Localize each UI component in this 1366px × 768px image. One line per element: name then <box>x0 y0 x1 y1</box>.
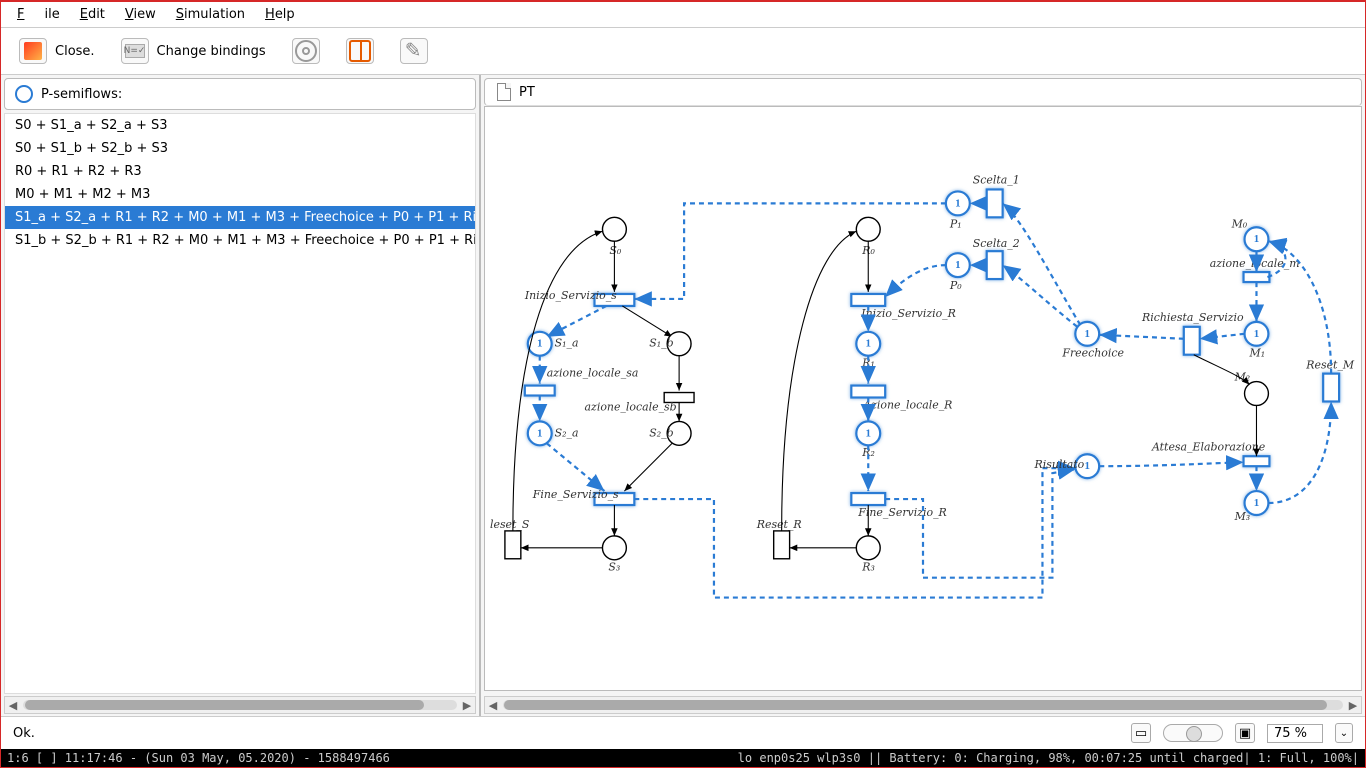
svg-text:S₀: S₀ <box>609 244 621 257</box>
page-icon <box>493 81 515 103</box>
svg-text:S₂_a: S₂_a <box>555 426 579 439</box>
svg-text:Attesa_Elaborazione: Attesa_Elaborazione <box>1151 440 1265 453</box>
svg-text:S₃: S₃ <box>608 561 620 574</box>
svg-text:S₁_b: S₁_b <box>649 337 673 350</box>
svg-text:azione_locale_sb: azione_locale_sb <box>585 400 677 413</box>
close-button[interactable]: Close. <box>15 36 99 66</box>
svg-text:Richiesta_Servizio: Richiesta_Servizio <box>1141 311 1244 324</box>
right-panel: PT S₀ Inizio_Servizio_s <box>481 75 1365 716</box>
canvas-wrap: S₀ Inizio_Servizio_s 1 S₁_a S₁_b azione_l… <box>484 106 1362 691</box>
left-panel-header: P-semiflows: <box>4 78 476 110</box>
refresh-icon <box>292 38 320 64</box>
svg-text:M₃: M₃ <box>1234 510 1251 523</box>
canvas-title: PT <box>519 85 535 100</box>
menu-view[interactable]: View <box>115 5 166 24</box>
svg-text:1: 1 <box>1085 328 1090 340</box>
svg-text:Fine_Servizio_R: Fine_Servizio_R <box>857 506 947 519</box>
left-panel: P-semiflows: S0 + S1_a + S2_a + S3S0 + S… <box>1 75 481 716</box>
semiflow-list[interactable]: S0 + S1_a + S2_a + S3S0 + S1_b + S2_b + … <box>4 113 476 694</box>
svg-text:M₀: M₀ <box>1231 217 1248 230</box>
svg-text:Inizio_Servizio_R: Inizio_Servizio_R <box>860 307 956 320</box>
canvas-header: PT <box>484 78 1362 106</box>
menu-edit[interactable]: Edit <box>70 5 115 24</box>
svg-text:1: 1 <box>866 338 871 350</box>
sysbar-left: 1:6 [ ] 11:17:46 - (Sun 03 May, 05.2020)… <box>7 751 390 765</box>
zoom-slider[interactable] <box>1163 724 1223 742</box>
svg-text:1: 1 <box>537 427 542 439</box>
svg-text:Freechoice: Freechoice <box>1061 347 1124 360</box>
zoom-value: 75 % <box>1267 724 1323 743</box>
svg-text:azione_locale_sa: azione_locale_sa <box>547 367 639 380</box>
svg-text:Scelta_2: Scelta_2 <box>973 237 1020 250</box>
sysbar-mid: lo enp0s25 wlp3s0 || Battery: 0: Chargin… <box>738 751 1359 765</box>
svg-text:S₂_b: S₂_b <box>649 426 673 439</box>
tool-measure[interactable] <box>396 36 432 66</box>
menu-help[interactable]: Help <box>255 5 305 24</box>
caliper-icon <box>400 38 428 64</box>
svg-text:Risultato: Risultato <box>1033 458 1084 471</box>
toolbar: Close. N=✓ Change bindings <box>1 28 1365 75</box>
svg-text:leset_S: leset_S <box>490 518 529 531</box>
zoom-in-button[interactable]: ▣ <box>1235 723 1255 743</box>
svg-text:P₁: P₁ <box>949 217 962 230</box>
svg-text:1: 1 <box>537 338 542 350</box>
zoom-out-button[interactable]: ▭ <box>1131 723 1151 743</box>
status-bar: Ok. ▭ ▣ 75 % ⌄ <box>1 716 1365 749</box>
left-panel-title: P-semiflows: <box>41 87 122 102</box>
list-item[interactable]: S1_a + S2_a + R1 + R2 + M0 + M1 + M3 + F… <box>5 206 475 229</box>
menu-file[interactable]: File <box>7 5 70 24</box>
tool-refresh[interactable] <box>288 36 324 66</box>
svg-text:1: 1 <box>1254 233 1259 245</box>
svg-text:S₁_a: S₁_a <box>555 337 579 350</box>
menu-simulation[interactable]: Simulation <box>166 5 255 24</box>
list-item[interactable]: S0 + S1_a + S2_a + S3 <box>5 114 475 137</box>
list-item[interactable]: S0 + S1_b + S2_b + S3 <box>5 137 475 160</box>
svg-text:Fine_Servizio_s: Fine_Servizio_s <box>532 488 619 501</box>
petri-canvas[interactable]: S₀ Inizio_Servizio_s 1 S₁_a S₁_b azione_l… <box>485 107 1361 690</box>
list-item[interactable]: M0 + M1 + M2 + M3 <box>5 183 475 206</box>
svg-text:1: 1 <box>1085 460 1090 472</box>
svg-text:Inizio_Servizio_s: Inizio_Servizio_s <box>524 289 617 302</box>
zoom-controls: ▭ ▣ 75 % ⌄ <box>1131 723 1353 743</box>
change-bindings-label: Change bindings <box>157 44 266 59</box>
svg-text:Scelta_1: Scelta_1 <box>973 173 1020 186</box>
svg-text:1: 1 <box>955 259 960 271</box>
status-text: Ok. <box>13 726 35 741</box>
right-hscroll[interactable]: ◀▶ <box>484 696 1362 714</box>
semiflows-icon <box>13 83 35 105</box>
svg-text:1: 1 <box>955 197 960 209</box>
list-item[interactable]: S1_b + S2_b + R1 + R2 + M0 + M1 + M3 + F… <box>5 229 475 252</box>
svg-text:M₂: M₂ <box>1234 371 1251 384</box>
svg-text:R₃: R₃ <box>861 561 875 574</box>
system-bar: 1:6 [ ] 11:17:46 - (Sun 03 May, 05.2020)… <box>1 749 1365 767</box>
svg-text:1: 1 <box>1254 497 1259 509</box>
bindings-icon: N=✓ <box>121 38 149 64</box>
change-bindings-button[interactable]: N=✓ Change bindings <box>117 36 270 66</box>
svg-text:Reset_R: Reset_R <box>756 518 802 531</box>
svg-text:Azione_locale_R: Azione_locale_R <box>862 398 952 411</box>
zoom-dropdown[interactable]: ⌄ <box>1335 723 1353 743</box>
swap-icon <box>346 38 374 64</box>
close-label: Close. <box>55 44 95 59</box>
left-hscroll[interactable]: ◀▶ <box>4 696 476 714</box>
svg-text:M₁: M₁ <box>1249 347 1266 360</box>
svg-text:1: 1 <box>866 427 871 439</box>
menu-bar: File Edit View Simulation Help <box>1 2 1365 28</box>
svg-text:P₀: P₀ <box>949 279 962 292</box>
close-icon <box>19 38 47 64</box>
tool-swap[interactable] <box>342 36 378 66</box>
list-item[interactable]: R0 + R1 + R2 + R3 <box>5 160 475 183</box>
svg-text:1: 1 <box>1254 328 1259 340</box>
main-split: P-semiflows: S0 + S1_a + S2_a + S3S0 + S… <box>1 75 1365 716</box>
